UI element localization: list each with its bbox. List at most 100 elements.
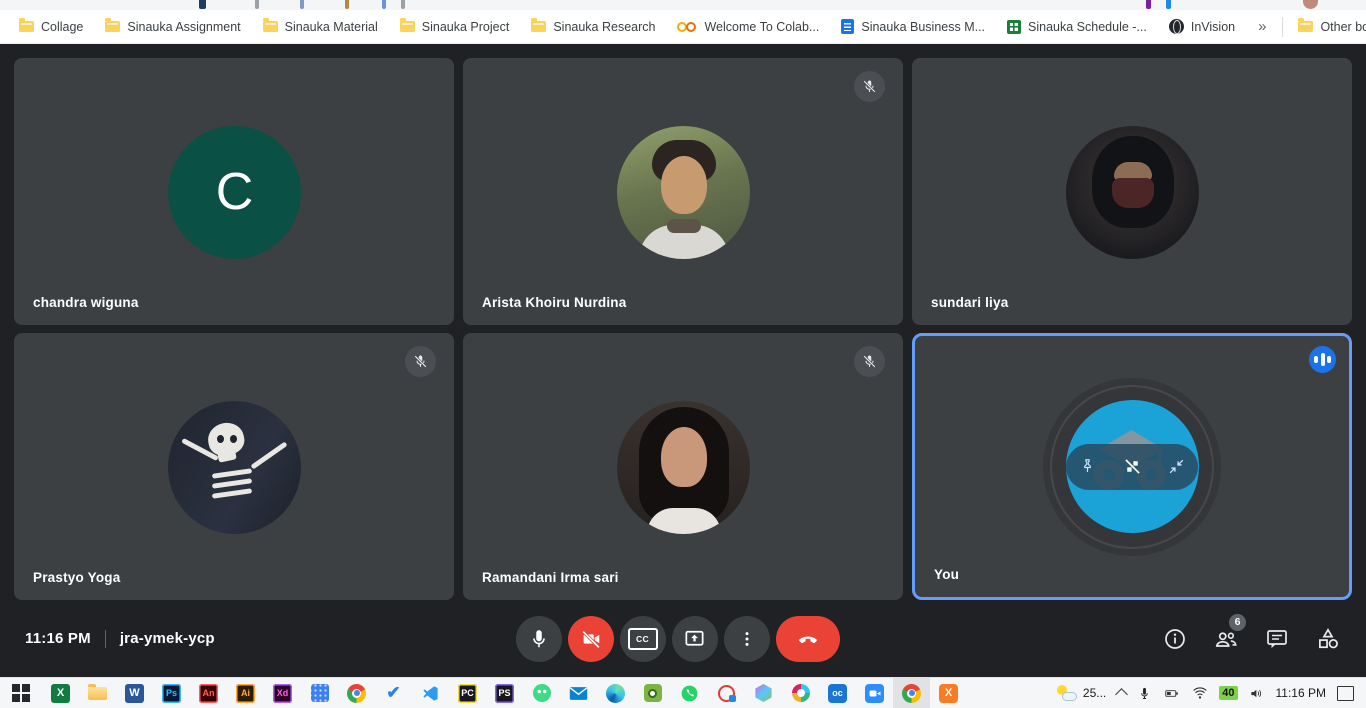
android-icon bbox=[533, 684, 551, 702]
screen-recorder-icon bbox=[718, 685, 735, 702]
grid-off-icon[interactable] bbox=[1122, 456, 1143, 477]
avatar-detail bbox=[661, 156, 707, 214]
battery-percent-badge[interactable]: 40 bbox=[1219, 686, 1237, 700]
bookmark-label: Welcome To Colab... bbox=[704, 14, 819, 40]
microphone-button[interactable] bbox=[516, 616, 562, 662]
start-button[interactable] bbox=[0, 678, 42, 708]
extension-icon[interactable] bbox=[1166, 0, 1171, 9]
bookmark-sinauka-material[interactable]: Sinauka Material bbox=[252, 14, 389, 40]
taskbar-clock[interactable]: 11:16 PM bbox=[1276, 686, 1326, 700]
extension-icon[interactable] bbox=[1146, 0, 1151, 9]
bookmark-welcome-to-colab[interactable]: Welcome To Colab... bbox=[666, 14, 830, 40]
taskbar-prism-app[interactable] bbox=[745, 678, 782, 708]
chat-button[interactable] bbox=[1264, 626, 1290, 652]
taskbar-todo[interactable]: ✔ bbox=[375, 678, 412, 708]
tray-battery-icon[interactable] bbox=[1163, 686, 1181, 701]
participants-button[interactable]: 6 bbox=[1213, 626, 1239, 652]
other-bookmarks-button[interactable]: Other bookmarks bbox=[1287, 14, 1366, 40]
participant-tile-arista-khoiru-nurdina[interactable]: Arista Khoiru Nurdina bbox=[463, 58, 903, 325]
divider bbox=[105, 630, 106, 648]
excel-icon: X bbox=[51, 684, 70, 703]
bookmark-sinauka-project[interactable]: Sinauka Project bbox=[389, 14, 521, 40]
toolbar-fragment bbox=[345, 0, 349, 9]
participant-name: Arista Khoiru Nurdina bbox=[482, 295, 626, 310]
activities-icon bbox=[1315, 626, 1341, 652]
tray-volume-icon[interactable] bbox=[1249, 686, 1265, 701]
minimize-icon[interactable] bbox=[1167, 457, 1186, 476]
taskbar-whatsapp[interactable] bbox=[671, 678, 708, 708]
bookmark-label: Sinauka Schedule -... bbox=[1028, 14, 1147, 40]
taskbar-camera-app[interactable] bbox=[634, 678, 671, 708]
taskbar-pycharm[interactable]: PC bbox=[449, 678, 486, 708]
participant-name: Ramandani Irma sari bbox=[482, 570, 619, 585]
folder-icon bbox=[400, 21, 415, 32]
pin-icon[interactable] bbox=[1078, 457, 1097, 476]
bookmark-label: Sinauka Research bbox=[553, 14, 655, 40]
taskbar-screen-recorder[interactable] bbox=[708, 678, 745, 708]
taskbar-edge[interactable] bbox=[597, 678, 634, 708]
camera-app-icon bbox=[644, 684, 662, 702]
avatar-photo bbox=[617, 126, 750, 259]
taskbar-animate[interactable]: An bbox=[190, 678, 227, 708]
check-icon: ✔ bbox=[386, 683, 400, 703]
call-end-icon bbox=[796, 627, 820, 651]
call-controls: CC bbox=[516, 616, 840, 662]
taskbar-chrome-active[interactable] bbox=[893, 678, 930, 708]
bookmark-label: Sinauka Business M... bbox=[861, 14, 985, 40]
taskbar-oc-app[interactable]: oc bbox=[819, 678, 856, 708]
taskbar-illustrator[interactable]: Ai bbox=[227, 678, 264, 708]
word-icon: W bbox=[125, 684, 144, 703]
mic-muted-badge bbox=[854, 346, 885, 377]
more-options-button[interactable] bbox=[724, 616, 770, 662]
bookmark-sinauka-business[interactable]: Sinauka Business M... bbox=[830, 14, 996, 40]
taskbar-photoshop[interactable]: Ps bbox=[153, 678, 190, 708]
illustrator-icon: Ai bbox=[236, 684, 255, 703]
bookmarks-right-group: » Other bookmarks bbox=[1246, 14, 1366, 40]
participant-tile-prastyo-yoga[interactable]: Prastyo Yoga bbox=[14, 333, 454, 600]
taskbar-phpstorm[interactable]: PS bbox=[486, 678, 523, 708]
mic-off-icon bbox=[861, 78, 878, 95]
bookmark-collage[interactable]: Collage bbox=[8, 14, 94, 40]
avatar-detail bbox=[212, 478, 252, 489]
bookmark-sinauka-schedule[interactable]: Sinauka Schedule -... bbox=[996, 14, 1158, 40]
bookmarks-overflow-chevron[interactable]: » bbox=[1246, 18, 1278, 35]
taskbar-vscode[interactable] bbox=[412, 678, 449, 708]
taskbar-adobe-xd[interactable]: Xd bbox=[264, 678, 301, 708]
taskbar-video-call-app[interactable] bbox=[856, 678, 893, 708]
taskbar-mail[interactable] bbox=[560, 678, 597, 708]
bookmark-sinauka-assignment[interactable]: Sinauka Assignment bbox=[94, 14, 251, 40]
taskbar-calendar[interactable] bbox=[301, 678, 338, 708]
taskbar-excel[interactable]: X bbox=[42, 678, 79, 708]
action-center-icon[interactable] bbox=[1337, 686, 1354, 701]
bookmark-label: Sinauka Material bbox=[285, 14, 378, 40]
mic-off-icon bbox=[861, 353, 878, 370]
weather-widget[interactable]: 25... bbox=[1056, 685, 1106, 701]
participant-tile-you[interactable]: You bbox=[912, 333, 1352, 600]
bookmark-invision[interactable]: InVision bbox=[1158, 14, 1246, 40]
activities-button[interactable] bbox=[1315, 626, 1341, 652]
taskbar-chrome[interactable] bbox=[338, 678, 375, 708]
captions-button[interactable]: CC bbox=[620, 616, 666, 662]
taskbar-word[interactable]: W bbox=[116, 678, 153, 708]
taskbar-slack[interactable] bbox=[782, 678, 819, 708]
folder-icon bbox=[263, 21, 278, 32]
camera-off-button[interactable] bbox=[568, 616, 614, 662]
tray-expand-chevron-icon[interactable] bbox=[1115, 688, 1128, 701]
hexagon-app-icon bbox=[755, 684, 773, 702]
bookmark-sinauka-research[interactable]: Sinauka Research bbox=[520, 14, 666, 40]
tray-wifi-icon[interactable] bbox=[1192, 686, 1208, 700]
taskbar-android[interactable] bbox=[523, 678, 560, 708]
browser-profile-avatar[interactable] bbox=[1303, 0, 1318, 9]
participants-count-badge: 6 bbox=[1229, 614, 1246, 631]
toolbar-fragment bbox=[199, 0, 206, 9]
meeting-details-button[interactable] bbox=[1162, 626, 1188, 652]
end-call-button[interactable] bbox=[776, 616, 840, 662]
taskbar-file-explorer[interactable] bbox=[79, 678, 116, 708]
participant-tile-sundari-liya[interactable]: sundari liya bbox=[912, 58, 1352, 325]
participant-tile-chandra-wiguna[interactable]: C chandra wiguna bbox=[14, 58, 454, 325]
present-button[interactable] bbox=[672, 616, 718, 662]
participant-tile-ramandani-irma-sari[interactable]: Ramandani Irma sari bbox=[463, 333, 903, 600]
tray-mic-icon[interactable] bbox=[1137, 686, 1152, 701]
adobe-xd-icon: Xd bbox=[273, 684, 292, 703]
taskbar-xampp[interactable]: X bbox=[930, 678, 967, 708]
